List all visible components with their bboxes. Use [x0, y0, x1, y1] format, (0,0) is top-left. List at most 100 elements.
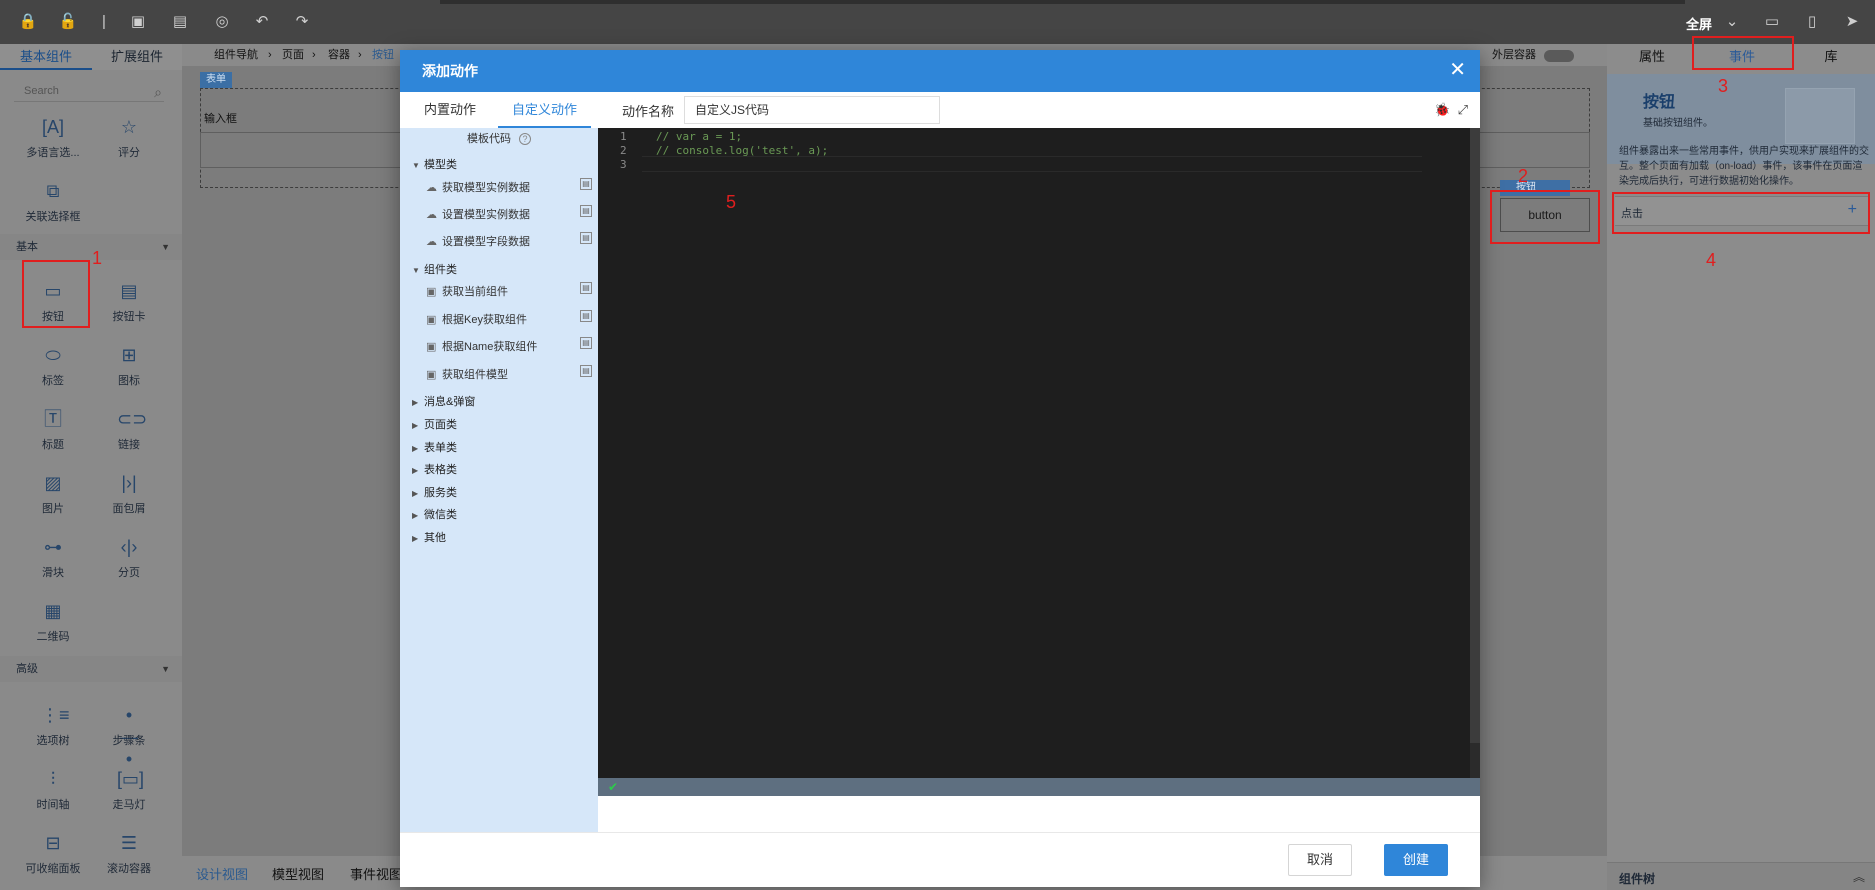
category-message-dialog[interactable]: ▶ 消息&弹窗: [412, 393, 475, 409]
tab-design-view[interactable]: 设计视图: [196, 864, 248, 883]
insert-code-icon[interactable]: ▤: [580, 178, 592, 190]
component-link-select[interactable]: ⧉ 关联选择框: [18, 180, 88, 224]
tree-icon: ⋮≡: [41, 705, 70, 725]
collapse-arrow-icon: ▼: [161, 664, 170, 674]
desktop-icon[interactable]: ▭: [1762, 12, 1782, 32]
action-set-model-field[interactable]: ☁ 设置模型字段数据 ▤: [426, 232, 592, 249]
timeline-icon: ⫶: [50, 769, 56, 789]
editor-scrollbar[interactable]: [1470, 128, 1480, 778]
preview-icon[interactable]: ◎: [212, 12, 232, 32]
action-label: 获取模型实例数据: [442, 182, 530, 194]
breadcrumb-item[interactable]: 页面: [282, 44, 304, 66]
action-set-model-instance[interactable]: ☁ 设置模型实例数据 ▤: [426, 205, 592, 222]
category-form[interactable]: ▶ 表单类: [412, 439, 457, 455]
code-editor[interactable]: 1 // var a = 1; 2 // console.log('test',…: [598, 128, 1480, 778]
component-multilang-select[interactable]: [A] 多语言选...: [18, 116, 88, 160]
component-carousel[interactable]: [▭] 走马灯: [94, 768, 164, 812]
component-search-input[interactable]: Search ⌕: [14, 80, 164, 102]
component-image[interactable]: ▨ 图片: [18, 472, 88, 516]
component-icon[interactable]: ⊞ 图标: [94, 344, 164, 388]
action-get-model-instance[interactable]: ☁ 获取模型实例数据 ▤: [426, 178, 592, 195]
tab-custom-actions[interactable]: 自定义动作: [498, 92, 592, 128]
redo-icon[interactable]: ↷: [292, 12, 312, 32]
component-tree[interactable]: ⋮≡ 选项树: [18, 704, 88, 748]
template-code-label: 模板代码: [467, 133, 511, 145]
insert-code-icon[interactable]: ▤: [580, 365, 592, 377]
insert-code-icon[interactable]: ▤: [580, 232, 592, 244]
breadcrumb-item[interactable]: 容器: [328, 44, 350, 66]
category-table[interactable]: ▶ 表格类: [412, 461, 457, 477]
mobile-icon[interactable]: ▯: [1802, 12, 1822, 32]
insert-code-icon[interactable]: ▤: [580, 337, 592, 349]
outer-container-toggle[interactable]: [1544, 50, 1574, 62]
component-button-card[interactable]: ▤ 按钮卡: [94, 280, 164, 324]
tab-model-view[interactable]: 模型视图: [272, 864, 324, 883]
cursor-icon[interactable]: |: [94, 12, 114, 32]
action-label: 根据Name获取组件: [442, 341, 538, 353]
component-qrcode[interactable]: ▦ 二维码: [18, 600, 88, 644]
category-model[interactable]: ▼ 模型类: [412, 156, 457, 172]
category-label: 页面类: [424, 419, 457, 431]
save-icon[interactable]: ▣: [128, 12, 148, 32]
scrollbar-thumb[interactable]: [1470, 128, 1480, 743]
component-collapse-panel[interactable]: ⊟ 可收缩面板: [18, 832, 88, 876]
line-number-gutter: [598, 128, 642, 778]
tab-basic-components[interactable]: 基本组件: [0, 44, 92, 70]
code-line[interactable]: // console.log('test', a);: [656, 144, 828, 157]
component-tree-bar[interactable]: 组件树 ︽: [1607, 862, 1875, 890]
create-button[interactable]: 创建: [1383, 844, 1448, 876]
fullscreen-label[interactable]: 全屏: [1686, 14, 1712, 33]
tab-extended-components[interactable]: 扩展组件: [92, 44, 182, 70]
action-name-input[interactable]: 自定义JS代码: [684, 96, 940, 124]
tab-builtin-actions[interactable]: 内置动作: [424, 92, 476, 128]
breadcrumb-item[interactable]: 按钮: [372, 44, 394, 66]
action-get-component-by-name[interactable]: ▣ 根据Name获取组件 ▤: [426, 337, 592, 354]
lock-icon[interactable]: 🔒: [18, 12, 38, 32]
insert-code-icon[interactable]: ▤: [580, 205, 592, 217]
component-steps[interactable]: •—• 步骤条: [94, 704, 164, 769]
category-other[interactable]: ▶ 其他: [412, 529, 446, 545]
component-timeline[interactable]: ⫶ 时间轴: [18, 768, 88, 812]
component-breadcrumb[interactable]: |›| 面包屑: [94, 472, 164, 516]
debug-icon[interactable]: 🐞: [1434, 102, 1450, 117]
breadcrumb-item[interactable]: 组件导航: [214, 44, 258, 66]
component-slider[interactable]: ⊶ 滑块: [18, 536, 88, 580]
chevron-down-icon[interactable]: ⌄: [1722, 12, 1742, 32]
close-icon[interactable]: ✕: [1449, 58, 1466, 82]
annotation-number: 1: [92, 248, 103, 268]
component-scroll-container[interactable]: ☰ 滚动容器: [94, 832, 164, 876]
fullscreen-icon[interactable]: ⤢: [1458, 102, 1468, 117]
button-card-icon: ▤: [120, 281, 138, 301]
action-get-component-model[interactable]: ▣ 获取组件模型 ▤: [426, 365, 592, 382]
insert-code-icon[interactable]: ▤: [580, 282, 592, 294]
component-tag[interactable]: ⬭ 标签: [18, 344, 88, 388]
action-get-current-component[interactable]: ▣ 获取当前组件 ▤: [426, 282, 592, 299]
category-component[interactable]: ▼ 组件类: [412, 261, 457, 277]
caret-right-icon: ▶: [412, 511, 419, 520]
send-icon[interactable]: ➤: [1842, 12, 1862, 32]
save-as-icon[interactable]: ▤: [170, 12, 190, 32]
component-link[interactable]: ⊂⊃ 链接: [94, 408, 164, 452]
section-advanced[interactable]: 高级 ▼: [0, 656, 182, 682]
category-label: 消息&弹窗: [424, 396, 476, 408]
category-wechat[interactable]: ▶ 微信类: [412, 506, 457, 522]
component-rating[interactable]: ☆ 评分: [94, 116, 164, 160]
caret-right-icon: ▶: [412, 421, 419, 430]
tab-event-view[interactable]: 事件视图: [350, 864, 402, 883]
code-line[interactable]: // var a = 1;: [656, 130, 742, 143]
component-title[interactable]: 🅃 标题: [18, 408, 88, 452]
section-basic[interactable]: 基本 ▼: [0, 234, 182, 260]
unlock-icon[interactable]: 🔓: [58, 12, 78, 32]
tab-properties[interactable]: 属性: [1607, 44, 1697, 74]
undo-icon[interactable]: ↶: [252, 12, 272, 32]
cancel-button[interactable]: 取消: [1287, 844, 1352, 876]
action-get-component-by-key[interactable]: ▣ 根据Key获取组件 ▤: [426, 310, 592, 327]
component-pagination[interactable]: ‹|› 分页: [94, 536, 164, 580]
breadcrumb-separator: ›: [268, 49, 272, 61]
chevron-up-icon[interactable]: ︽: [1853, 868, 1865, 885]
insert-code-icon[interactable]: ▤: [580, 310, 592, 322]
category-service[interactable]: ▶ 服务类: [412, 484, 457, 500]
category-page[interactable]: ▶ 页面类: [412, 416, 457, 432]
tab-library[interactable]: 库: [1787, 44, 1875, 74]
help-icon[interactable]: ?: [519, 133, 531, 145]
